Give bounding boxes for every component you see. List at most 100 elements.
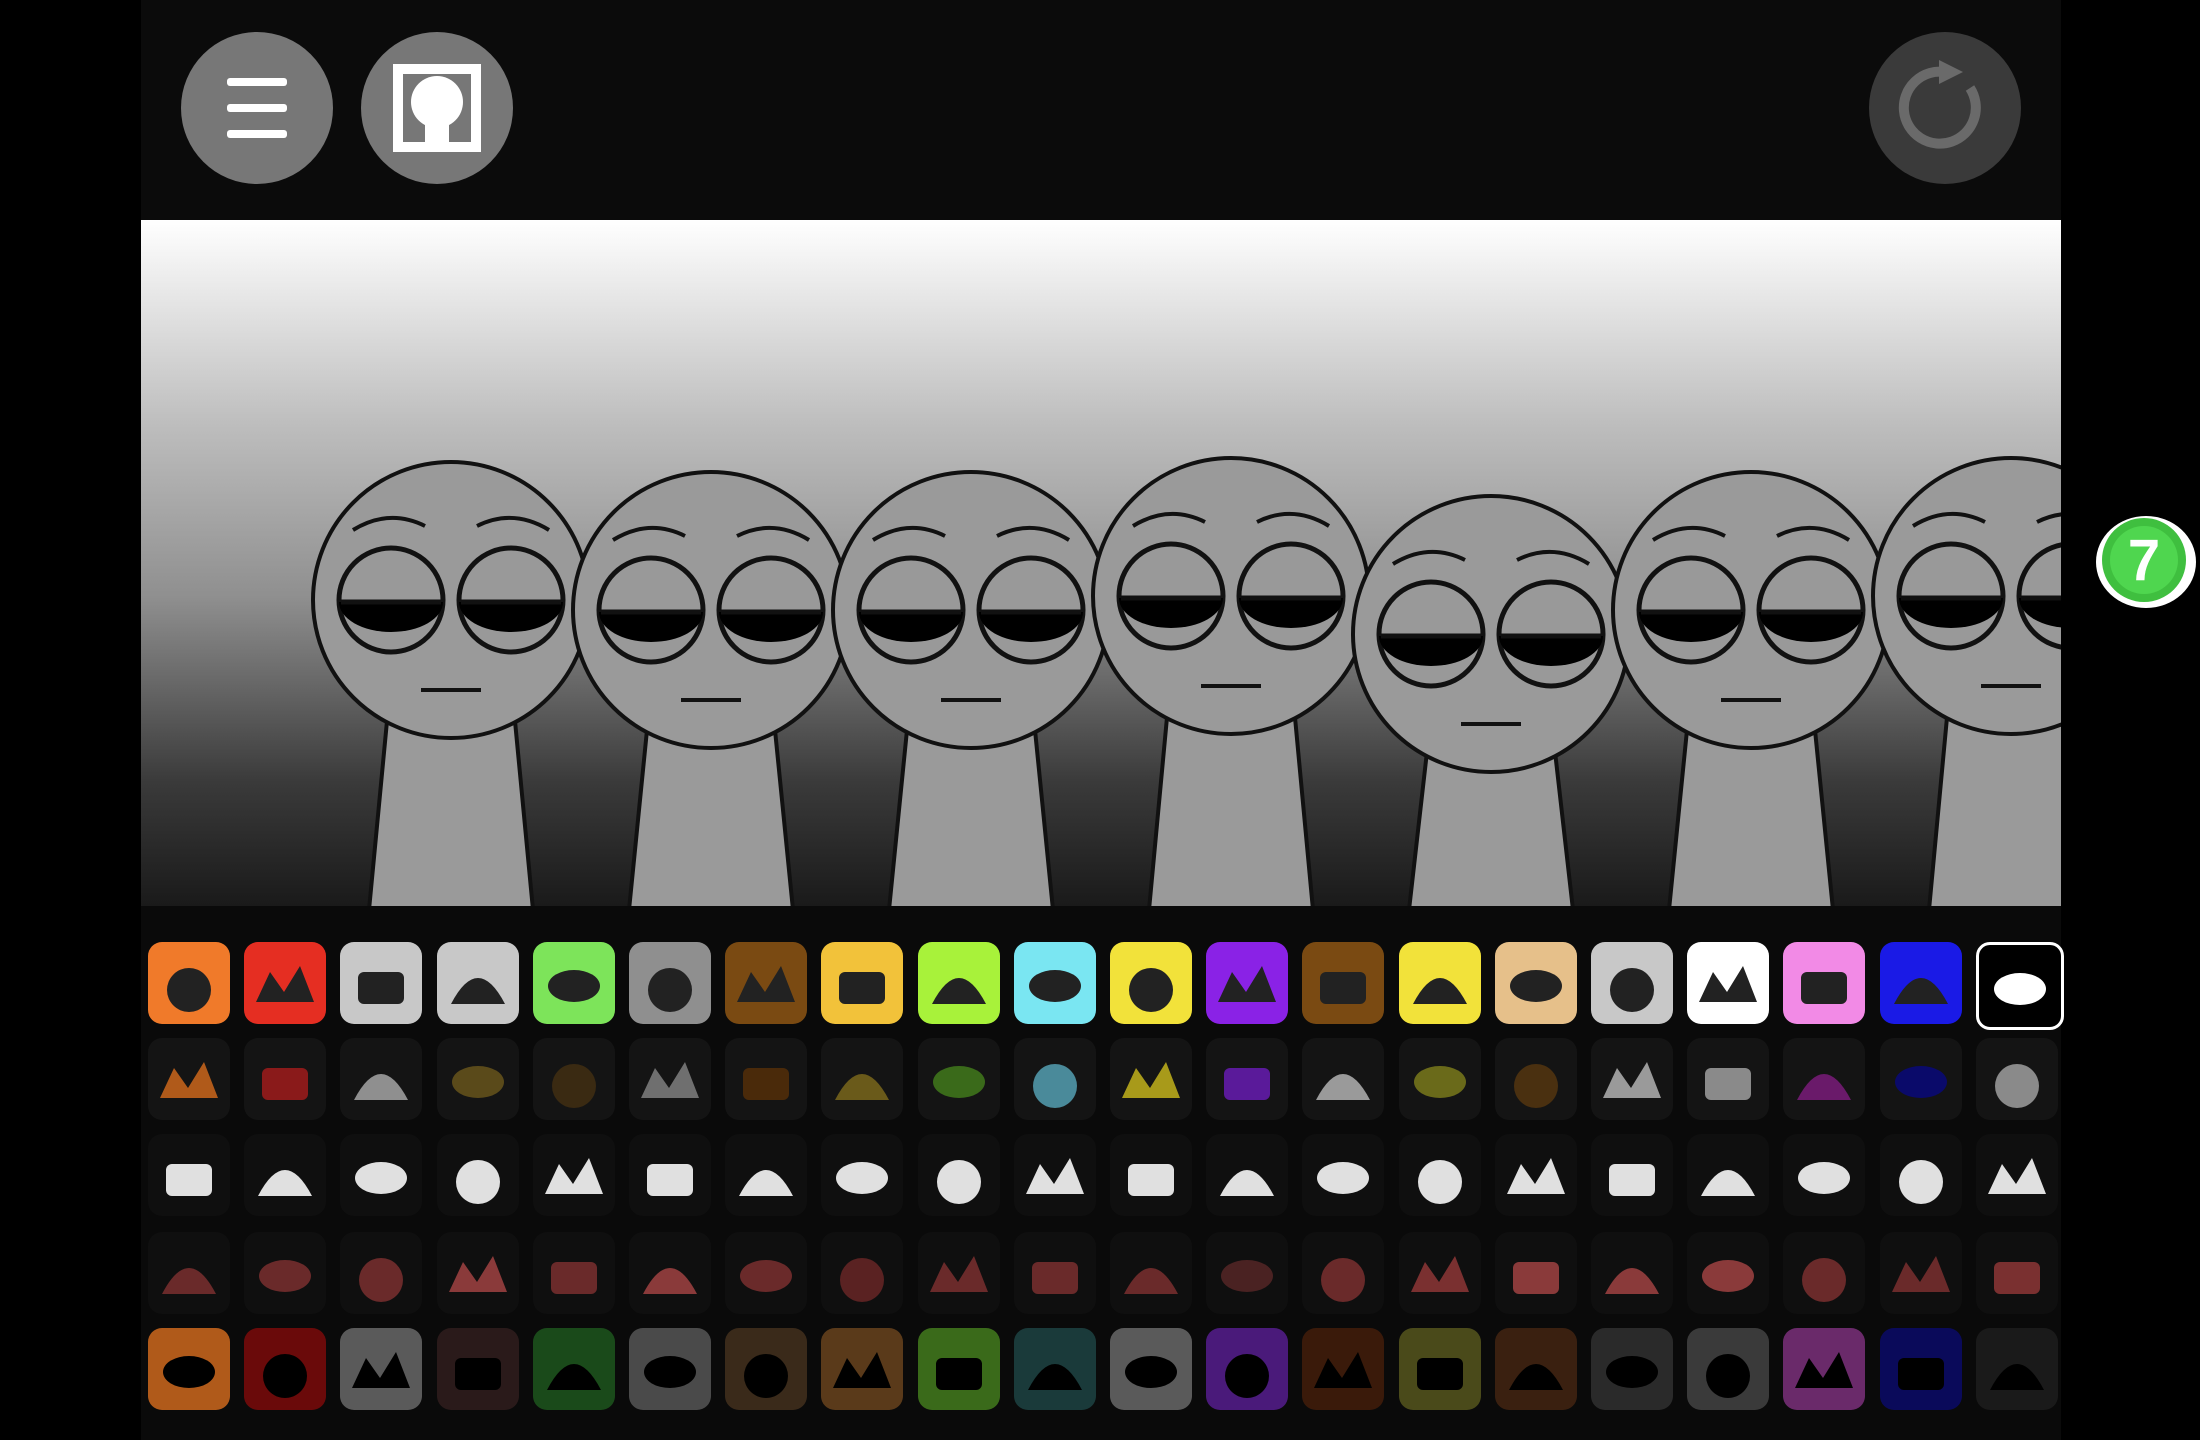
yellow-visor-icon[interactable] <box>821 942 904 1024</box>
character-2[interactable] <box>571 470 851 906</box>
purple-horns-dim-icon[interactable] <box>1206 1038 1289 1120</box>
green-grass-icon[interactable] <box>917 942 1000 1024</box>
brown-fin-icon[interactable] <box>725 1328 808 1410</box>
arch-icon[interactable] <box>1206 1134 1289 1216</box>
character-7[interactable] <box>1871 456 2061 906</box>
character-6[interactable] <box>1611 470 1891 906</box>
computer-icon[interactable] <box>1591 942 1673 1024</box>
red-spiky-dim-icon[interactable] <box>244 1038 327 1120</box>
grey-tentacles-icon[interactable] <box>340 1328 423 1410</box>
brown-hat-icon[interactable] <box>1494 942 1577 1024</box>
crown-icon[interactable] <box>917 1134 1000 1216</box>
eye-icon[interactable] <box>1975 1038 2058 1120</box>
flower-icon[interactable] <box>532 942 615 1024</box>
bar-icon[interactable] <box>1013 1134 1096 1216</box>
arch-red-icon[interactable] <box>1206 1232 1289 1314</box>
tree-icon[interactable] <box>1302 942 1385 1024</box>
orange-antenna-icon[interactable] <box>148 942 230 1024</box>
hat-red-icon[interactable] <box>1975 1232 2058 1314</box>
red-hook-icon[interactable] <box>244 1328 327 1410</box>
yellow-antenna-dim-icon[interactable] <box>1398 1038 1481 1120</box>
white-hat-icon[interactable] <box>1975 1134 2058 1216</box>
pill-red-icon[interactable] <box>1494 1232 1577 1314</box>
grey-mask-icon[interactable] <box>1687 1328 1770 1410</box>
brown-bucket-icon[interactable] <box>725 942 808 1024</box>
black-top-hat-icon[interactable] <box>1975 942 2064 1030</box>
zigzag-icon[interactable] <box>1302 1134 1385 1216</box>
pink-box-icon[interactable] <box>1783 1328 1866 1410</box>
ball-red-icon[interactable] <box>1687 1232 1770 1314</box>
palm-red-icon[interactable] <box>340 1232 423 1314</box>
medal-icon[interactable] <box>1879 1134 1962 1216</box>
crown-red-icon[interactable] <box>917 1232 1000 1314</box>
slash-red-icon[interactable] <box>532 1232 615 1314</box>
brown-bucket-dim-icon[interactable] <box>725 1038 808 1120</box>
yellow-visor-dim-icon[interactable] <box>821 1038 904 1120</box>
medal-red-icon[interactable] <box>1879 1232 1962 1314</box>
green-orb-icon[interactable] <box>532 1328 615 1410</box>
palm-icon[interactable] <box>340 1134 423 1216</box>
frown-red-icon[interactable] <box>1398 1232 1481 1314</box>
robot-head-red-icon[interactable] <box>436 1232 519 1314</box>
monitor-red-icon[interactable] <box>1591 1232 1673 1314</box>
shard-red-icon[interactable] <box>244 1232 327 1314</box>
yellow-antenna-icon[interactable] <box>1398 942 1481 1024</box>
star-burst-red-icon[interactable] <box>1110 1232 1192 1314</box>
silver-dish-icon[interactable] <box>340 942 423 1024</box>
frown-icon[interactable] <box>1398 1134 1481 1216</box>
red-disc-icon[interactable] <box>1302 1328 1385 1410</box>
level-badge[interactable]: 7 <box>2094 514 2200 610</box>
pink-bunny-dim-icon[interactable] <box>1783 1038 1866 1120</box>
sun-icon[interactable] <box>1110 942 1192 1024</box>
ring-icon[interactable] <box>1687 1134 1770 1216</box>
purple-demon-icon[interactable] <box>1206 1328 1289 1410</box>
character-1[interactable] <box>311 460 591 906</box>
blue-ribbon-dim-icon[interactable] <box>1879 1038 1962 1120</box>
grey-cat-ears-dim-icon[interactable] <box>629 1038 711 1120</box>
character-4[interactable] <box>1091 456 1371 906</box>
green-grass-dim-icon[interactable] <box>917 1038 1000 1120</box>
grey-fangs-icon[interactable] <box>629 1328 711 1410</box>
tree-dim-icon[interactable] <box>1302 1038 1385 1120</box>
shard-icon[interactable] <box>244 1134 327 1216</box>
flower-dim-icon[interactable] <box>532 1038 615 1120</box>
bar-red-icon[interactable] <box>1013 1232 1096 1314</box>
swoosh-red-icon[interactable] <box>148 1232 230 1314</box>
monitor-glow-icon[interactable] <box>1591 1134 1673 1216</box>
goggles-icon[interactable] <box>821 1134 904 1216</box>
white-envelope-dim-icon[interactable] <box>1687 1038 1770 1120</box>
green-spikes-icon[interactable] <box>917 1328 1000 1410</box>
swoosh-icon[interactable] <box>148 1134 230 1216</box>
small-swirl-icon[interactable] <box>725 1134 808 1216</box>
purple-horns-icon[interactable] <box>1206 942 1289 1024</box>
red-eye-icon[interactable] <box>1110 1328 1192 1410</box>
computer-dim-icon[interactable] <box>1591 1038 1673 1120</box>
white-slit-icon[interactable] <box>1975 1328 2058 1410</box>
grey-cat-ears-icon[interactable] <box>629 942 711 1024</box>
curl-red-icon[interactable] <box>1783 1232 1866 1314</box>
pill-icon[interactable] <box>1494 1134 1577 1216</box>
orange-eyes-icon[interactable] <box>148 1328 230 1410</box>
character-5[interactable] <box>1351 494 1631 906</box>
robot-monitor-dim-icon[interactable] <box>436 1038 519 1120</box>
cube-red-icon[interactable] <box>629 1232 711 1314</box>
robot-mouth-icon[interactable] <box>436 1328 519 1410</box>
silver-dish-dim-icon[interactable] <box>340 1038 423 1120</box>
reset-button[interactable] <box>1869 32 2021 184</box>
zigzag-red-icon[interactable] <box>1302 1232 1385 1314</box>
teal-claws-icon[interactable] <box>1013 1328 1096 1410</box>
blue-ribbon-icon[interactable] <box>1879 942 1962 1024</box>
red-teeth-icon[interactable] <box>1494 1328 1577 1410</box>
pink-bunny-icon[interactable] <box>1783 942 1866 1024</box>
orange-grille-icon[interactable] <box>821 1328 904 1410</box>
slash-icon[interactable] <box>532 1134 615 1216</box>
dark-monitor-icon[interactable] <box>1591 1328 1673 1410</box>
red-spiky-icon[interactable] <box>244 942 327 1024</box>
sun-dim-icon[interactable] <box>1110 1038 1192 1120</box>
orange-antenna-dim-icon[interactable] <box>148 1038 230 1120</box>
menu-button[interactable] <box>181 32 333 184</box>
blue-bear-icon[interactable] <box>1013 942 1096 1024</box>
olive-bug-icon[interactable] <box>1398 1328 1481 1410</box>
curl-icon[interactable] <box>1783 1134 1866 1216</box>
robot-monitor-icon[interactable] <box>436 942 519 1024</box>
